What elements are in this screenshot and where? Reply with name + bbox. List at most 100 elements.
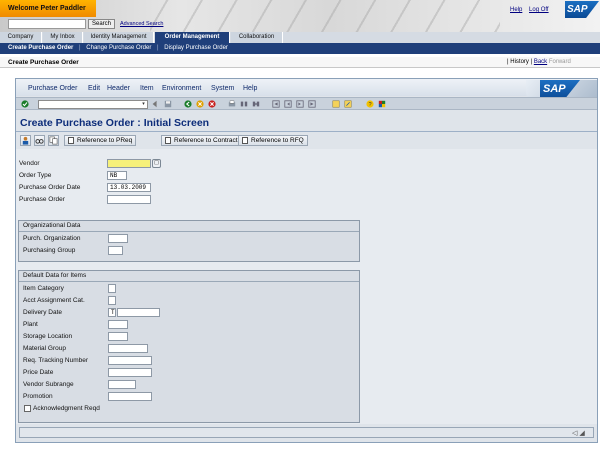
reference-to-contract-button[interactable]: Reference to Contract — [161, 135, 242, 146]
organizational-data-group: Organizational Data Purch. Organization … — [18, 220, 360, 262]
group-divider — [19, 281, 359, 282]
po-number-label: Purchase Order — [19, 196, 65, 203]
menu-edit[interactable]: Edit — [88, 85, 100, 92]
back-icon[interactable] — [184, 100, 192, 108]
advanced-search-link[interactable]: Advanced Search — [120, 21, 163, 27]
next-page-icon[interactable] — [296, 100, 304, 108]
help-icon[interactable]: ? — [366, 100, 374, 108]
shortcut-icon[interactable] — [344, 100, 352, 108]
reference-to-preq-button[interactable]: Reference to PReq — [64, 135, 137, 146]
subnav-display-po[interactable]: Display Purchase Order — [164, 45, 228, 51]
req-tracking-field[interactable] — [108, 356, 152, 365]
purch-group-field[interactable] — [108, 246, 123, 255]
command-field[interactable]: ▾ — [38, 100, 148, 109]
back-link[interactable]: Back — [534, 59, 547, 65]
po-number-field[interactable] — [107, 195, 151, 204]
group-divider — [19, 231, 359, 232]
po-date-label: Purchase Order Date — [19, 184, 81, 191]
delivery-date-label: Delivery Date — [23, 309, 63, 316]
tab-my-inbox[interactable]: My Inbox — [43, 32, 83, 43]
find-next-icon[interactable] — [252, 100, 260, 108]
person-icon — [22, 136, 29, 145]
tab-order-management[interactable]: Order Management — [155, 32, 230, 43]
reference-to-contract-label: Reference to Contract — [174, 137, 238, 144]
other-po-button[interactable] — [34, 135, 45, 146]
vendor-field[interactable] — [107, 159, 151, 168]
svg-text:?: ? — [368, 102, 371, 108]
menu-item[interactable]: Item — [140, 85, 154, 92]
cancel-icon[interactable] — [208, 100, 216, 108]
promotion-field[interactable] — [108, 392, 152, 401]
purch-org-label: Purch. Organization — [23, 235, 81, 242]
collapse-left-icon[interactable]: ◁ — [572, 430, 577, 437]
help-link[interactable]: Help — [510, 7, 522, 13]
purch-org-field[interactable] — [108, 234, 128, 243]
top-links: Help Log Off — [510, 7, 554, 13]
history-separator: | — [530, 59, 533, 65]
subnav-create-po[interactable]: Create Purchase Order — [8, 45, 73, 51]
copy-icon — [49, 136, 58, 145]
menu-purchase-order[interactable]: Purchase Order — [28, 85, 77, 92]
print-icon[interactable] — [228, 100, 236, 108]
customize-layout-icon[interactable] — [378, 100, 386, 108]
standard-toolbar: ▾ ? — [16, 97, 597, 110]
delivery-date-field[interactable] — [117, 308, 160, 317]
new-session-icon[interactable] — [332, 100, 340, 108]
forward-link[interactable]: Forward — [549, 59, 571, 65]
last-page-icon[interactable] — [308, 100, 316, 108]
reference-to-preq-label: Reference to PReq — [77, 137, 133, 144]
copy-button[interactable] — [48, 135, 59, 146]
menu-help[interactable]: Help — [243, 85, 257, 92]
top-level-navigation: Company My Inbox Identity Management Ord… — [0, 32, 600, 43]
delivery-date-type-field[interactable]: T — [108, 308, 116, 317]
enter-icon[interactable] — [21, 100, 29, 108]
possible-entries-icon[interactable]: ◻ — [152, 159, 161, 168]
save-icon[interactable] — [164, 100, 172, 108]
history-button[interactable]: History — [510, 59, 529, 65]
price-date-field[interactable] — [108, 368, 152, 377]
search-input[interactable] — [8, 19, 86, 29]
title-divider — [16, 131, 597, 132]
item-category-field[interactable] — [108, 284, 116, 293]
subnav-separator: | — [157, 45, 159, 51]
menu-system[interactable]: System — [211, 85, 234, 92]
screen-title: Create Purchase Order : Initial Screen — [20, 117, 210, 129]
reference-to-rfq-button[interactable]: Reference to RFQ — [238, 135, 308, 146]
tab-identity-management[interactable]: Identity Management — [84, 32, 154, 43]
po-date-field[interactable]: 13.03.2009 — [107, 183, 151, 192]
first-page-icon[interactable] — [272, 100, 280, 108]
vendor-label: Vendor — [19, 160, 40, 167]
exit-icon[interactable] — [196, 100, 204, 108]
detailed-navigation: Create Purchase Order | Change Purchase … — [0, 43, 600, 54]
group-title: Organizational Data — [23, 222, 81, 229]
material-group-label: Material Group — [23, 345, 66, 352]
arrow-left-icon[interactable] — [151, 100, 159, 108]
order-type-field[interactable]: NB — [107, 171, 127, 180]
material-group-field[interactable] — [108, 344, 148, 353]
vendor-info-button[interactable] — [20, 135, 31, 146]
storage-location-label: Storage Location — [23, 333, 73, 340]
acct-assignment-field[interactable] — [108, 296, 116, 305]
tab-collaboration[interactable]: Collaboration — [231, 32, 283, 43]
sap-gui-window: Purchase Order Edit Header Item Environm… — [15, 78, 598, 443]
storage-location-field[interactable] — [108, 332, 128, 341]
plant-field[interactable] — [108, 320, 128, 329]
subnav-change-po[interactable]: Change Purchase Order — [86, 45, 151, 51]
promotion-label: Promotion — [23, 393, 53, 400]
chevron-down-icon[interactable]: ▾ — [140, 101, 147, 108]
logoff-link[interactable]: Log Off — [529, 7, 549, 13]
history-navigation: | History | Back Forward — [507, 59, 571, 65]
vendor-subrange-field[interactable] — [108, 380, 136, 389]
menu-header[interactable]: Header — [107, 85, 130, 92]
acknowledgment-checkbox[interactable] — [24, 405, 31, 412]
find-icon[interactable] — [240, 100, 248, 108]
reference-to-rfq-label: Reference to RFQ — [251, 137, 304, 144]
previous-page-icon[interactable] — [284, 100, 292, 108]
menu-bar: Purchase Order Edit Header Item Environm… — [16, 79, 597, 96]
resize-grip-icon[interactable]: ◢ — [579, 430, 584, 437]
tab-company[interactable]: Company — [0, 32, 42, 43]
sap-logo: SAP — [565, 1, 599, 18]
default-data-group: Default Data for Items Item Category Acc… — [18, 270, 360, 423]
search-button[interactable]: Search — [88, 19, 116, 29]
menu-environment[interactable]: Environment — [162, 85, 201, 92]
